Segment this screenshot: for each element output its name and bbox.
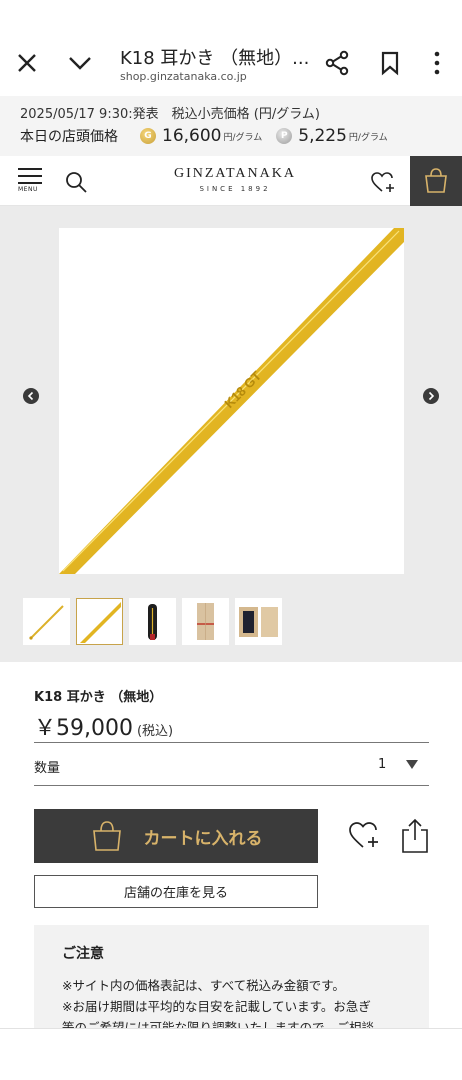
shopping-bag-icon bbox=[425, 168, 447, 193]
platinum-coin-icon: P bbox=[276, 128, 293, 144]
logo-text: GINZATANAKA bbox=[174, 166, 296, 181]
store-price-row: 本日の店頭価格 G 16,600 円/グラム P 5,225 円/グラム bbox=[20, 126, 402, 146]
thumbnail-case-dark bbox=[148, 604, 157, 640]
tax-note: (税込) bbox=[136, 724, 174, 739]
notice-line: ※サイト内の価格表記は、すべて税込み金額です。 bbox=[62, 978, 345, 993]
gold-ear-pick-image: K18 GT bbox=[59, 228, 404, 574]
gallery-prev-button[interactable] bbox=[23, 388, 39, 404]
thumbnail-3[interactable] bbox=[129, 598, 176, 645]
search-icon[interactable] bbox=[64, 170, 88, 194]
share-icon[interactable] bbox=[324, 50, 350, 76]
product-name: K18 耳かき （無地） bbox=[34, 690, 163, 705]
notice-title: ご注意 bbox=[62, 946, 104, 962]
browser-page-title: K18 耳かき （無地）... bbox=[120, 48, 310, 69]
thumbnail-wooden-box-open bbox=[239, 607, 278, 637]
share-upload-icon[interactable] bbox=[400, 818, 430, 854]
store-price-label: 本日の店頭価格 bbox=[20, 129, 118, 145]
add-to-cart-label: カートに入れる bbox=[143, 828, 263, 849]
notice-line: ※お届け期間は平均的な目安を記載しています。お急ぎ bbox=[62, 999, 371, 1014]
menu-icon-bar bbox=[18, 175, 42, 177]
favorites-heart-icon[interactable] bbox=[370, 170, 396, 194]
thumbnail-strip bbox=[23, 598, 282, 645]
platinum-price-unit: 円/グラム bbox=[348, 132, 388, 143]
gallery-next-button[interactable] bbox=[423, 388, 439, 404]
header-cart-button[interactable] bbox=[410, 156, 462, 206]
add-to-cart-button[interactable]: カートに入れる bbox=[34, 809, 318, 863]
chevron-down-icon[interactable] bbox=[66, 50, 94, 76]
product-price: ￥59,000 (税込) bbox=[34, 710, 173, 742]
shopping-bag-icon bbox=[92, 821, 121, 851]
browser-url: shop.ginzatanaka.co.jp bbox=[120, 70, 247, 83]
thumbnail-ear-pick-closeup bbox=[80, 602, 121, 643]
bottom-toolbar bbox=[0, 1028, 462, 1080]
quantity-label: 数量 bbox=[34, 761, 61, 776]
wishlist-heart-icon[interactable] bbox=[348, 820, 380, 850]
site-header: MENU GINZATANAKA SINCE 1892 bbox=[0, 156, 462, 206]
logo-since: SINCE 1892 bbox=[199, 185, 271, 193]
chevron-left-icon bbox=[27, 391, 34, 401]
product-gallery: K18 GT bbox=[0, 206, 462, 662]
thumbnail-5[interactable] bbox=[235, 598, 282, 645]
bookmark-icon[interactable] bbox=[378, 50, 402, 76]
thumbnail-2[interactable] bbox=[76, 598, 123, 645]
chevron-right-icon bbox=[428, 391, 435, 401]
quantity-value: 1 bbox=[378, 757, 387, 772]
menu-icon-bar bbox=[18, 182, 42, 184]
thumbnail-1[interactable] bbox=[23, 598, 70, 645]
gold-coin-icon: G bbox=[140, 128, 156, 144]
more-options-icon[interactable] bbox=[428, 50, 446, 76]
price-value: ￥59,000 bbox=[34, 716, 133, 741]
metal-price-banner: 2025/05/17 9:30:発表 税込小売価格 (円/グラム) 本日の店頭価… bbox=[0, 96, 462, 156]
menu-button[interactable] bbox=[18, 168, 42, 198]
close-icon[interactable] bbox=[14, 50, 40, 76]
menu-label: MENU bbox=[18, 186, 38, 193]
quantity-select[interactable]: 数量 1 bbox=[34, 742, 429, 786]
site-logo[interactable]: GINZATANAKA SINCE 1892 bbox=[160, 166, 310, 193]
store-stock-button[interactable]: 店舗の在庫を見る bbox=[34, 875, 318, 908]
gold-price: 16,600 bbox=[162, 126, 222, 146]
dropdown-arrow-icon bbox=[406, 760, 418, 769]
main-product-image[interactable]: K18 GT bbox=[59, 228, 404, 574]
thumbnail-ear-pick-full bbox=[29, 605, 64, 640]
browser-toolbar: K18 耳かき （無地）... shop.ginzatanaka.co.jp bbox=[0, 30, 462, 96]
menu-icon-bar bbox=[18, 168, 42, 170]
price-announcement: 2025/05/17 9:30:発表 税込小売価格 (円/グラム) bbox=[20, 107, 320, 122]
thumbnail-wooden-box-wrapped bbox=[197, 603, 214, 640]
notice-line: 等のご希望には可能な限り調整いたしますので、ご相談 bbox=[62, 1020, 375, 1028]
notice-box: ご注意 ※サイト内の価格表記は、すべて税込み金額です。 ※お届け期間は平均的な目… bbox=[34, 925, 429, 1028]
thumbnail-4[interactable] bbox=[182, 598, 229, 645]
platinum-price: 5,225 bbox=[298, 126, 347, 146]
gold-price-unit: 円/グラム bbox=[223, 132, 263, 143]
